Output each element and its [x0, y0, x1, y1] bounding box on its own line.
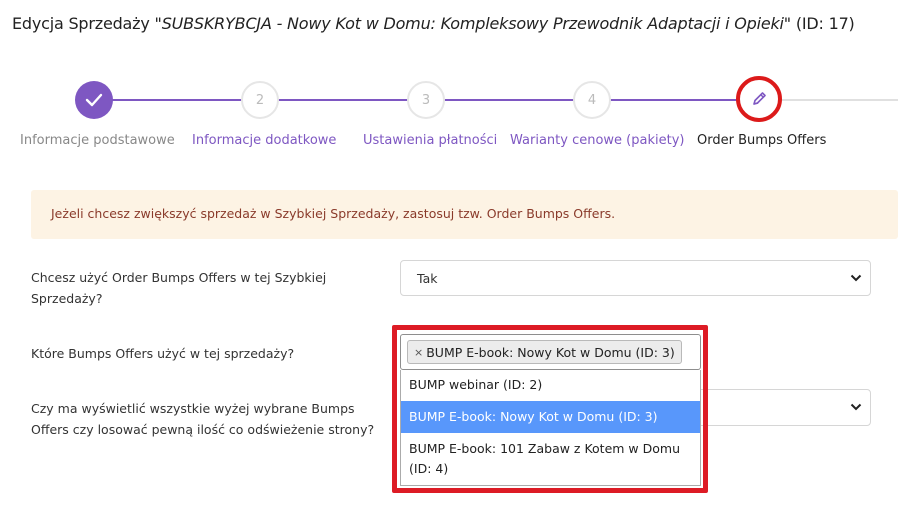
- which-bumps-dropdown: BUMP webinar (ID: 2) BUMP E-book: Nowy K…: [400, 370, 701, 486]
- pencil-icon: [753, 92, 766, 105]
- step-4-circle[interactable]: 4: [573, 81, 611, 119]
- page-title-prefix: Edycja Sprzedaży ": [12, 14, 162, 33]
- check-icon: [85, 93, 103, 107]
- page-title-suffix: " (ID: 17): [783, 14, 855, 33]
- use-bumps-label: Chcesz użyć Order Bumps Offers w tej Szy…: [31, 267, 326, 309]
- dropdown-option[interactable]: BUMP E-book: 101 Zabaw z Kotem w Domu (I…: [401, 438, 700, 480]
- chevron-down-icon: [850, 403, 862, 411]
- info-alert: Jeżeli chcesz zwiększyć sprzedaż w Szybk…: [31, 190, 898, 239]
- progress-stepper: 2 3 4 Informacje podstawowe Informacje d…: [0, 76, 898, 158]
- which-bumps-label: Które Bumps Offers użyć w tej sprzedaży?: [31, 346, 295, 361]
- step-2-number: 2: [255, 92, 265, 108]
- step-4-label[interactable]: Warianty cenowe (pakiety): [510, 133, 684, 148]
- chevron-down-icon: [850, 274, 862, 282]
- step-2-label[interactable]: Informacje dodatkowe: [192, 133, 336, 148]
- info-alert-text: Jeżeli chcesz zwiększyć sprzedaż w Szybk…: [51, 206, 616, 221]
- step-3-label[interactable]: Ustawienia płatności: [363, 133, 497, 148]
- use-bumps-label-line1: Chcesz użyć Order Bumps Offers w tej Szy…: [31, 270, 327, 285]
- dropdown-option-highlighted[interactable]: BUMP E-book: Nowy Kot w Domu (ID: 3): [401, 401, 700, 433]
- display-mode-label-line1: Czy ma wyświetlić wszystkie wyżej wybran…: [31, 401, 355, 416]
- page-title: Edycja Sprzedaży "SUBSKRYBCJA - Nowy Kot…: [12, 14, 855, 33]
- selected-bump-tag: × BUMP E-book: Nowy Kot w Domu (ID: 3): [407, 340, 682, 364]
- step-5-circle[interactable]: [736, 76, 782, 122]
- page-title-sale-name: SUBSKRYBCJA - Nowy Kot w Domu: Komplekso…: [161, 14, 784, 33]
- which-bumps-multiselect[interactable]: × BUMP E-book: Nowy Kot w Domu (ID: 3): [400, 334, 701, 370]
- selected-bump-tag-label: BUMP E-book: Nowy Kot w Domu (ID: 3): [426, 344, 675, 360]
- dropdown-option[interactable]: BUMP webinar (ID: 2): [401, 374, 700, 396]
- step-1-label[interactable]: Informacje podstawowe: [20, 133, 175, 148]
- step-3-circle[interactable]: 3: [407, 81, 445, 119]
- step-4-number: 4: [587, 92, 597, 108]
- use-bumps-select[interactable]: Tak: [400, 260, 871, 296]
- step-1-circle[interactable]: [75, 81, 113, 119]
- use-bumps-label-line2: Sprzedaży?: [31, 291, 103, 306]
- use-bumps-select-value: Tak: [417, 271, 438, 286]
- step-5-label[interactable]: Order Bumps Offers: [697, 133, 826, 148]
- remove-tag-icon[interactable]: ×: [414, 346, 423, 359]
- step-3-number: 3: [421, 92, 431, 108]
- display-mode-label-line2: Offers czy losować pewną ilość co odświe…: [31, 422, 375, 437]
- step-2-circle[interactable]: 2: [241, 81, 279, 119]
- display-mode-label: Czy ma wyświetlić wszystkie wyżej wybran…: [31, 398, 374, 440]
